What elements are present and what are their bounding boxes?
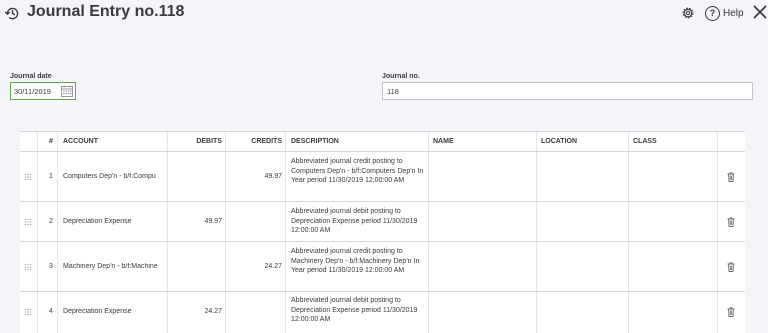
debit-cell[interactable]: 49.97 [170,218,222,225]
column-header-class[interactable]: CLASS [633,132,657,151]
description-cell[interactable]: Abbreviated journal debit posting to Dep… [291,296,425,325]
credit-cell[interactable]: 49.97 [228,173,282,180]
column-header-name[interactable]: NAME [433,132,454,151]
trash-icon[interactable] [727,172,735,182]
trash-icon[interactable] [727,262,735,272]
table-row[interactable]: 4 Depreciation Expense 24.27 Abbreviated… [20,292,745,333]
drag-handle-icon[interactable] [24,173,32,181]
account-cell[interactable]: Depreciation Expense [63,218,167,225]
account-cell[interactable]: Computers Dep'n - b/f:Compu [63,173,167,180]
column-header-credits[interactable]: CREDITS [228,132,282,151]
trash-icon[interactable] [727,307,735,317]
column-header-location[interactable]: LOCATION [541,132,577,151]
calendar-icon[interactable] [61,85,73,97]
description-cell[interactable]: Abbreviated journal credit posting to Ma… [291,247,425,276]
journal-no-field[interactable] [382,82,753,100]
history-icon[interactable] [4,5,21,22]
help-button[interactable]: ? Help [705,4,744,22]
journal-date-label: Journal date [10,73,52,80]
debit-cell[interactable]: 24.27 [170,308,222,315]
row-number: 4 [49,308,53,315]
drag-handle-icon[interactable] [24,308,32,316]
table-row[interactable]: 2 Depreciation Expense 49.97 Abbreviated… [20,202,745,241]
column-header-number: # [49,138,53,145]
row-number: 2 [49,218,53,225]
table-row[interactable]: 3 Machinery Dep'n - b/f:Machine 24.27 Ab… [20,242,745,291]
page-header: Journal Entry no.118 ? Help [0,0,768,30]
journal-lines-table: # ACCOUNT DEBITS CREDITS DESCRIPTION NAM… [20,131,745,333]
row-number: 3 [49,263,53,270]
description-cell[interactable]: Abbreviated journal credit posting to Co… [291,157,425,186]
table-row[interactable]: 1 Computers Dep'n - b/f:Compu 49.97 Abbr… [20,152,745,201]
column-header-account[interactable]: ACCOUNT [63,132,98,151]
help-icon: ? [705,5,720,21]
gear-icon[interactable] [680,5,696,21]
trash-icon[interactable] [727,217,735,227]
column-header-debits[interactable]: DEBITS [170,132,222,151]
description-cell[interactable]: Abbreviated journal debit posting to Dep… [291,207,425,236]
journal-no-label: Journal no. [382,73,420,80]
journal-date-input[interactable] [14,83,60,99]
drag-handle-icon[interactable] [24,218,32,226]
row-number: 1 [49,173,53,180]
account-cell[interactable]: Machinery Dep'n - b/f:Machine [63,263,167,270]
account-cell[interactable]: Depreciation Expense [63,308,167,315]
help-label: Help [723,7,744,19]
page-title: Journal Entry no.118 [27,3,185,20]
close-icon[interactable] [752,4,768,20]
journal-date-field[interactable] [10,82,76,100]
credit-cell[interactable]: 24.27 [228,263,282,270]
column-header-description[interactable]: DESCRIPTION [291,132,339,151]
journal-no-input[interactable] [387,83,747,99]
drag-handle-icon[interactable] [24,263,32,271]
